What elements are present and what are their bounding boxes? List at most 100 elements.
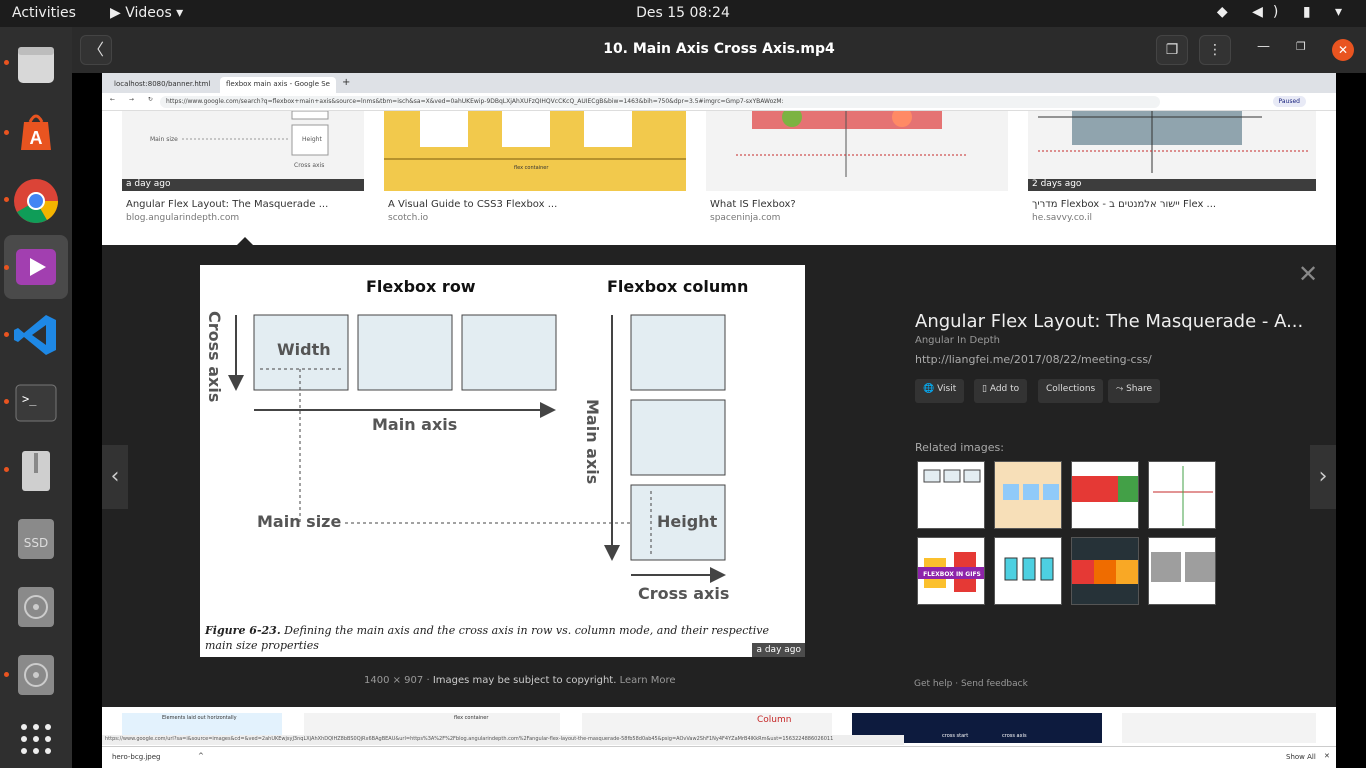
show-all-button[interactable]: Show All xyxy=(1286,753,1316,761)
screenshot-button[interactable]: ❐ xyxy=(1156,35,1188,65)
related-image[interactable] xyxy=(1148,461,1216,529)
help-links: Get help · Send feedback xyxy=(914,679,1028,689)
preview-site: Angular In Depth xyxy=(915,335,1000,346)
browser-tab[interactable]: localhost:8080/banner.html xyxy=(108,77,216,93)
minimize-button[interactable]: — xyxy=(1257,39,1270,54)
video-player-titlebar: 〈 10. Main Axis Cross Axis.mp4 ❐ ⋮ — ❐ ✕ xyxy=(72,27,1366,73)
preview-image[interactable]: Flexbox row Flexbox column Cross axis Wi… xyxy=(200,265,805,657)
result-age-badge: 2 days ago xyxy=(1028,179,1316,191)
show-apps-grid-icon[interactable] xyxy=(12,715,60,763)
result-card[interactable] xyxy=(1122,713,1316,743)
svg-text:flex container: flex container xyxy=(514,165,549,171)
running-indicator xyxy=(4,399,9,404)
running-indicator xyxy=(4,672,9,677)
related-image[interactable] xyxy=(994,537,1062,605)
close-download-bar-icon[interactable]: ✕ xyxy=(1324,752,1330,760)
result-source: spaceninja.com xyxy=(710,213,781,223)
svg-text:FLEXBOX IN GIFS: FLEXBOX IN GIFS xyxy=(923,571,981,578)
optical-drive-icon[interactable] xyxy=(12,583,60,631)
running-indicator xyxy=(4,265,9,270)
download-bar: hero-bcg.jpeg ^ Show All ✕ xyxy=(102,746,1336,768)
result-caption[interactable]: Angular Flex Layout: The Masquerade ... xyxy=(126,199,328,210)
chevron-up-icon[interactable]: ^ xyxy=(198,752,204,760)
main-size-label: Main size xyxy=(257,512,342,531)
related-image[interactable] xyxy=(994,461,1062,529)
result-age-badge: a day ago xyxy=(122,179,364,191)
related-images-label: Related images: xyxy=(915,441,1004,454)
result-source: he.savvy.co.il xyxy=(1032,213,1093,223)
related-image[interactable] xyxy=(1148,537,1216,605)
figure-age-badge: a day ago xyxy=(752,643,805,657)
learn-more-link[interactable]: Learn More xyxy=(620,675,676,686)
optical-drive-icon-2[interactable] xyxy=(12,651,60,699)
flexbox-diagram xyxy=(228,314,726,583)
width-label: Width xyxy=(277,340,331,359)
svg-text:A: A xyxy=(30,128,43,148)
system-tray[interactable]: ◆ ◀) ▮ ▾ xyxy=(1217,4,1352,20)
running-indicator xyxy=(4,467,9,472)
related-image[interactable] xyxy=(1071,537,1139,605)
download-item[interactable]: hero-bcg.jpeg xyxy=(112,753,161,761)
running-indicator xyxy=(4,332,9,337)
preview-url[interactable]: http://liangfei.me/2017/08/22/meeting-cs… xyxy=(915,353,1152,366)
column-main-axis-label: Main axis xyxy=(583,399,602,485)
previous-image-button[interactable]: ‹ xyxy=(102,445,128,509)
new-tab-icon[interactable]: + xyxy=(342,77,350,88)
height-label: Height xyxy=(657,512,718,531)
clock[interactable]: Des 15 08:24 xyxy=(0,5,1366,21)
menu-button[interactable]: ⋮ xyxy=(1199,35,1231,65)
video-frame[interactable]: localhost:8080/banner.html flexbox main … xyxy=(72,73,1366,768)
software-store-icon[interactable]: A xyxy=(12,108,60,156)
collections-button[interactable]: Collections xyxy=(1038,379,1104,403)
related-image[interactable] xyxy=(1071,461,1139,529)
preview-title[interactable]: Angular Flex Layout: The Masquerade - A.… xyxy=(915,311,1303,332)
vscode-icon[interactable] xyxy=(12,311,60,359)
browser-addressbar: ← → ↻ https://www.google.com/search?q=fl… xyxy=(102,93,1336,111)
add-to-button[interactable]: ▯ Add to xyxy=(974,379,1028,403)
archive-icon[interactable] xyxy=(12,447,60,495)
terminal-icon[interactable]: >_ xyxy=(12,379,60,427)
nav-icons[interactable]: ← → ↻ xyxy=(110,96,159,103)
svg-text:Height: Height xyxy=(302,136,322,143)
recorded-browser: localhost:8080/banner.html flexbox main … xyxy=(102,73,1336,768)
browser-tab-active[interactable]: flexbox main axis - Google Se xyxy=(220,77,336,93)
send-feedback-link[interactable]: Send feedback xyxy=(961,679,1028,689)
svg-text:Cross axis: Cross axis xyxy=(294,162,324,169)
system-top-bar: Activities ▶ Videos ▾ Des 15 08:24 ◆ ◀) … xyxy=(0,0,1366,27)
running-indicator xyxy=(4,60,9,65)
browser-tabstrip: localhost:8080/banner.html flexbox main … xyxy=(102,73,1336,93)
chrome-icon[interactable] xyxy=(12,177,60,225)
result-card[interactable]: Height Main size Cross axis a day ago Angu… xyxy=(122,111,364,226)
profile-paused-badge[interactable]: Paused xyxy=(1272,96,1306,107)
status-url: https://www.google.com/url?sa=i&source=i… xyxy=(102,735,904,745)
result-card[interactable]: 2 days ago מדריך Flexbox - יישור אלמנטים… xyxy=(1028,111,1316,226)
result-thumbnail xyxy=(706,111,1008,191)
result-thumbnail: flex container xyxy=(384,111,686,191)
result-caption[interactable]: מדריך Flexbox - יישור אלמנטים ב Flex ... xyxy=(1032,199,1216,210)
svg-text:>_: >_ xyxy=(22,392,37,406)
get-help-link[interactable]: Get help xyxy=(914,679,952,689)
result-caption[interactable]: A Visual Guide to CSS3 Flexbox ... xyxy=(388,199,557,210)
related-image[interactable] xyxy=(917,461,985,529)
close-button[interactable]: ✕ xyxy=(1332,39,1354,61)
visit-button[interactable]: 🌐 Visit xyxy=(915,379,965,403)
row-cross-axis-label: Cross axis xyxy=(205,311,224,403)
ssd-drive-icon[interactable]: SSD xyxy=(12,515,60,563)
column-cross-axis-label: Cross axis xyxy=(638,584,730,603)
result-source: scotch.io xyxy=(388,213,429,223)
running-indicator xyxy=(4,130,9,135)
maximize-button[interactable]: ❐ xyxy=(1296,40,1306,53)
next-image-button[interactable]: › xyxy=(1310,445,1336,509)
close-preview-icon[interactable]: ✕ xyxy=(1298,260,1318,288)
image-preview-panel: ‹ › Flexbox row Flexbox column Cross axi… xyxy=(102,237,1336,707)
videos-app-icon[interactable] xyxy=(12,243,60,291)
url-field[interactable]: https://www.google.com/search?q=flexbox+… xyxy=(160,96,1160,108)
result-card[interactable]: What IS Flexbox? spaceninja.com xyxy=(706,111,1008,226)
result-caption[interactable]: What IS Flexbox? xyxy=(710,199,796,210)
related-image-flexbox-gifs[interactable]: FLEXBOX IN GIFS xyxy=(917,537,985,605)
row-main-axis-label: Main axis xyxy=(372,415,458,434)
svg-text:Main size: Main size xyxy=(150,136,178,143)
result-card[interactable]: flex container A Visual Guide to CSS3 Fl… xyxy=(384,111,686,226)
files-icon[interactable] xyxy=(12,41,60,89)
share-button[interactable]: ⤳ Share xyxy=(1108,379,1161,403)
